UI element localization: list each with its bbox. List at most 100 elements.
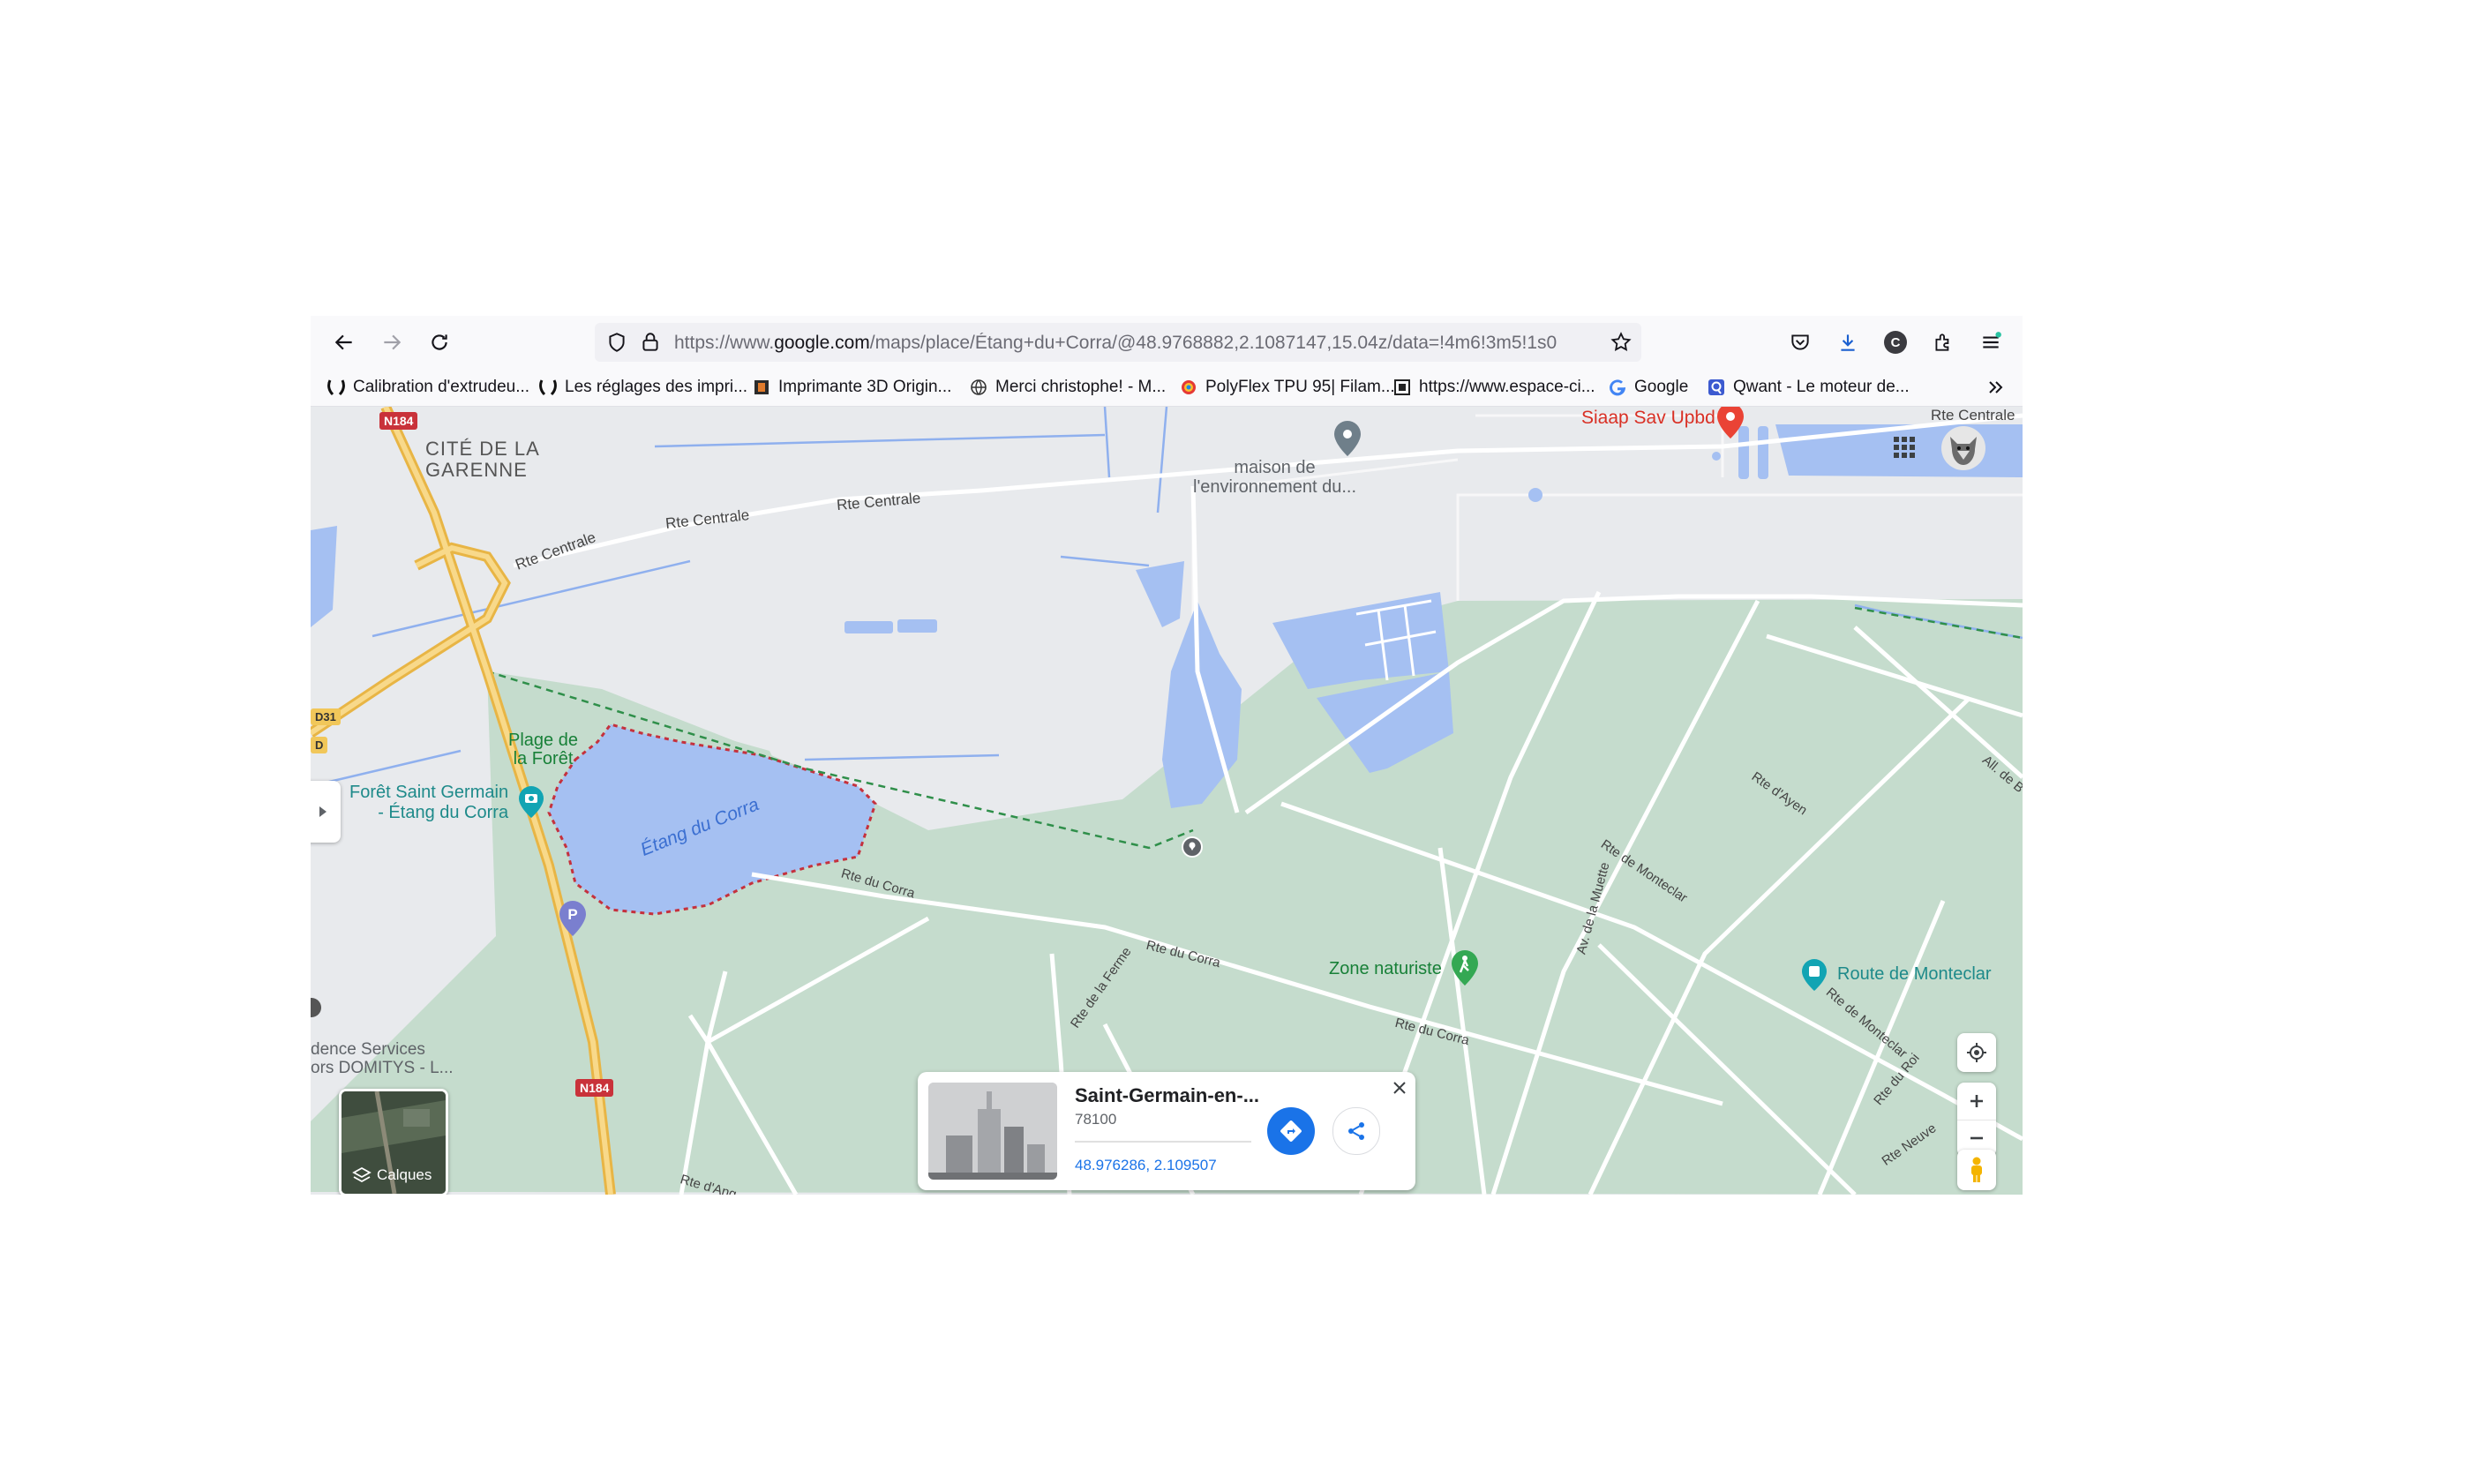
poi-label-domitys[interactable]: dence Services ors DOMITYS - L... <box>311 1040 454 1077</box>
place-title[interactable]: Saint-Germain-en-... <box>1075 1084 1259 1107</box>
bookmark-item[interactable]: Google <box>1608 374 1688 401</box>
bookmark-favicon <box>1392 378 1412 397</box>
hiking-pin-icon[interactable] <box>1449 948 1481 987</box>
bus-stop-pin-icon[interactable] <box>1800 957 1828 993</box>
road-label: Rte Centrale <box>1931 407 2015 423</box>
account-avatar[interactable] <box>1941 426 1985 470</box>
share-button[interactable] <box>1332 1107 1380 1155</box>
layers-label: Calques <box>377 1166 432 1183</box>
directions-button[interactable] <box>1267 1107 1315 1155</box>
double-chevron-right-icon <box>1989 381 2003 393</box>
poi-label-plage[interactable]: Plage de la Forêt <box>508 731 578 768</box>
place-postcode: 78100 <box>1075 1111 1117 1128</box>
bookmark-item[interactable]: Merci christophe! - M... <box>969 374 1166 401</box>
bookmark-label: PolyFlex TPU 95| Filam... <box>1205 378 1395 396</box>
forward-button[interactable] <box>376 326 408 358</box>
parking-pin-icon[interactable]: P <box>558 899 588 938</box>
camera-pin-icon[interactable] <box>517 784 545 820</box>
poi-label-route-monteclar[interactable]: Route de Monteclar <box>1837 964 1992 985</box>
shield-icon[interactable] <box>605 331 628 354</box>
bookmark-favicon <box>1179 378 1198 397</box>
my-location-button[interactable] <box>1957 1033 1996 1072</box>
download-icon <box>1841 334 1855 351</box>
location-target-icon <box>1967 1043 1986 1062</box>
puzzle-icon <box>1935 334 1949 351</box>
bookmark-label: Qwant - Le moteur de... <box>1733 378 1910 396</box>
bookmark-label: Les réglages des impri... <box>565 378 747 396</box>
road-shield-d31: D31 <box>311 708 341 725</box>
browser-toolbar: https://www.google.com/maps/place/Étang+… <box>311 316 2023 369</box>
google-apps-button[interactable] <box>1887 430 1922 465</box>
map-pin-siaap[interactable] <box>1715 407 1745 440</box>
bookmarks-bar: Calibration d'extrudeu... Les réglages d… <box>311 369 2023 407</box>
browser-window: https://www.google.com/maps/place/Étang+… <box>311 316 2023 1195</box>
profile-button[interactable]: C <box>1880 326 1911 358</box>
bookmark-item[interactable]: PolyFlex TPU 95| Filam... <box>1179 374 1395 401</box>
place-info-card[interactable]: Saint-Germain-en-... 78100 48.976286, 2.… <box>918 1072 1415 1190</box>
bookmark-label: Google <box>1634 378 1689 396</box>
city-illustration <box>928 1083 1057 1180</box>
poi-label-zone-naturiste[interactable]: Zone naturiste <box>1329 959 1442 979</box>
minus-icon <box>1970 1136 1983 1140</box>
apps-grid-icon <box>1894 437 1915 458</box>
profile-letter: C <box>1890 334 1901 350</box>
bookmark-item[interactable]: Calibration d'extrudeu... <box>327 374 529 401</box>
wolf-avatar-icon <box>1950 437 1977 465</box>
poi-label-siaap[interactable]: Siaap Sav Upbd <box>1581 408 1715 429</box>
star-icon[interactable] <box>1610 331 1633 354</box>
bookmark-label: https://www.espace-ci... <box>1419 378 1595 396</box>
road-shield-label: D <box>315 738 324 752</box>
street-view-pegman-button[interactable] <box>1957 1150 1996 1190</box>
lock-icon[interactable] <box>639 331 662 354</box>
map-view[interactable]: N184 N184 D31 D CITÉ DE LA GARENNE Rte C… <box>311 407 2023 1195</box>
layers-button[interactable]: Calques <box>339 1089 448 1195</box>
pocket-button[interactable] <box>1784 326 1816 358</box>
place-thumbnail[interactable] <box>928 1083 1057 1180</box>
road-shield-d30: D <box>311 737 328 753</box>
url-text[interactable]: https://www.google.com/maps/place/Étang+… <box>674 333 1557 354</box>
bookmark-item[interactable]: Les réglages des impri... <box>538 374 747 401</box>
zoom-controls <box>1957 1083 1996 1157</box>
bookmark-label: Calibration d'extrudeu... <box>353 378 530 396</box>
menu-button[interactable] <box>1975 326 2007 358</box>
more-bookmarks-button[interactable] <box>1985 374 2007 401</box>
poi-label-foret[interactable]: Forêt Saint Germain - Étang du Corra <box>349 783 508 823</box>
bookmark-item[interactable]: https://www.espace-ci... <box>1392 374 1595 401</box>
bookmark-item[interactable]: Imprimante 3D Origin... <box>752 374 951 401</box>
downloads-button[interactable] <box>1832 326 1864 358</box>
bookmark-favicon <box>327 378 346 397</box>
collapse-panel-button[interactable] <box>311 781 341 843</box>
reload-button[interactable] <box>424 326 455 358</box>
back-button[interactable] <box>328 326 360 358</box>
road-shield-label: D31 <box>315 710 336 723</box>
dropped-pin-icon[interactable] <box>1181 836 1204 858</box>
extensions-button[interactable] <box>1927 326 1959 358</box>
profile-avatar: C <box>1884 331 1907 354</box>
bookmark-label: Imprimante 3D Origin... <box>778 378 952 396</box>
poi-label-maison[interactable]: maison de l'environnement du... <box>1193 458 1356 497</box>
directions-icon <box>1280 1120 1302 1142</box>
map-pin-maison[interactable] <box>1332 419 1362 458</box>
zoom-in-button[interactable] <box>1957 1083 1996 1120</box>
url-bar[interactable]: https://www.google.com/maps/place/Étang+… <box>595 323 1641 362</box>
close-card-button[interactable] <box>1387 1076 1412 1100</box>
bookmark-item[interactable]: Qwant - Le moteur de... <box>1707 374 1910 401</box>
arrow-right-icon <box>384 334 402 350</box>
share-icon <box>1348 1122 1364 1140</box>
bookmark-favicon <box>538 378 558 397</box>
close-icon <box>1393 1082 1406 1094</box>
bookmark-favicon <box>752 378 771 397</box>
plus-icon <box>1970 1094 1983 1107</box>
globe-icon <box>969 378 988 397</box>
reload-icon <box>432 334 447 350</box>
arrow-left-icon <box>334 334 352 350</box>
place-coordinates[interactable]: 48.976286, 2.109507 <box>1075 1157 1217 1174</box>
svg-text:P: P <box>567 906 577 923</box>
pegman-icon <box>1971 1157 1982 1182</box>
qwant-icon <box>1707 378 1726 397</box>
hamburger-menu-icon <box>1983 332 2001 349</box>
road-shield-n184: N184 <box>379 412 418 430</box>
road-shield-label: N184 <box>384 414 414 428</box>
road-shield-label: N184 <box>580 1081 610 1095</box>
district-label: CITÉ DE LA GARENNE <box>425 438 540 481</box>
